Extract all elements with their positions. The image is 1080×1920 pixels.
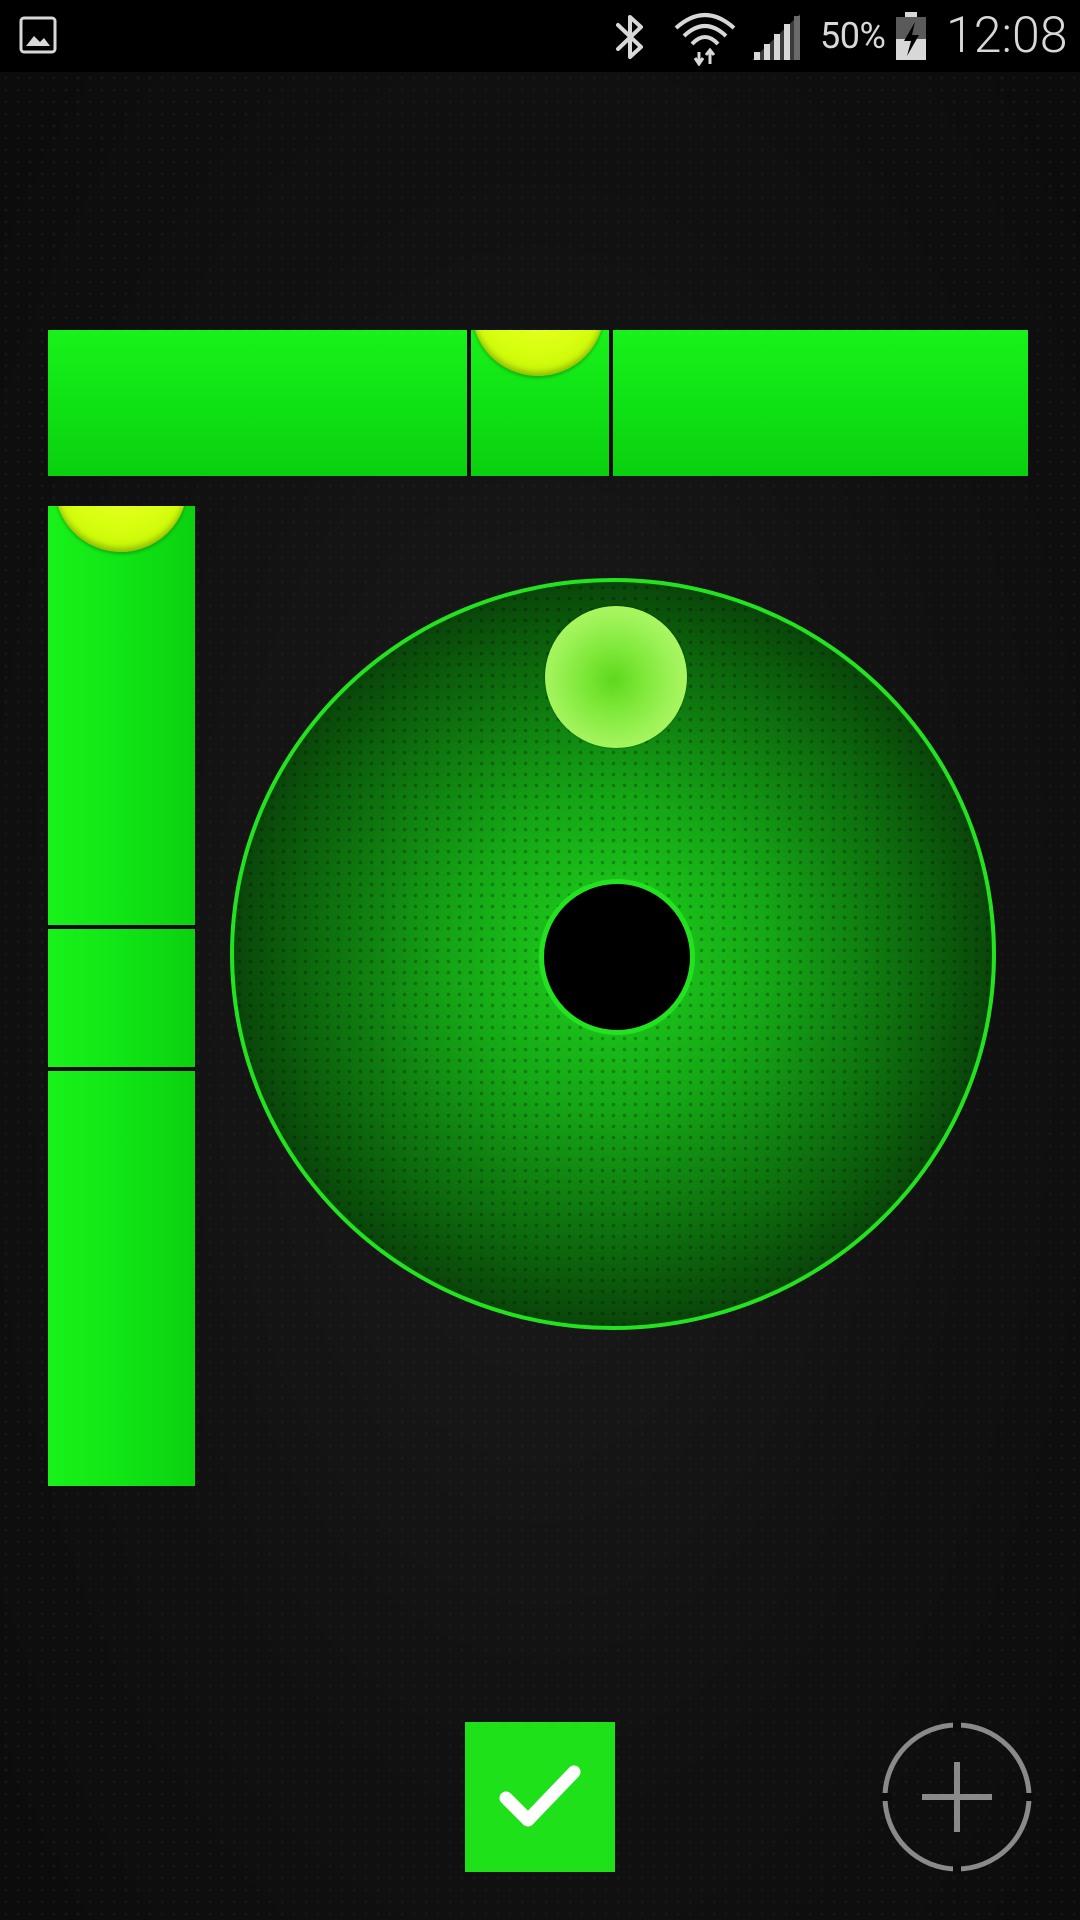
crosshair-plus-icon <box>880 1720 1034 1874</box>
status-bar: 50% 12:08 <box>0 0 1080 72</box>
horizontal-center-mark-left <box>467 330 471 476</box>
calibrate-button[interactable] <box>880 1720 1034 1874</box>
vertical-center-mark-bottom <box>48 1067 195 1071</box>
horizontal-level-tube <box>48 330 1028 476</box>
vertical-bubble <box>55 506 187 552</box>
confirm-button[interactable] <box>465 1722 615 1872</box>
checkmark-icon <box>499 1765 581 1827</box>
gallery-image-icon <box>19 16 57 54</box>
cellular-signal-icon <box>752 14 800 60</box>
battery-charging-icon <box>896 12 926 60</box>
bullseye-bubble <box>545 606 687 748</box>
bluetooth-icon <box>616 15 643 59</box>
vertical-center-mark-top <box>48 925 195 929</box>
clock: 12:08 <box>946 7 1068 65</box>
horizontal-center-mark-right <box>609 330 613 476</box>
battery-percent: 50% <box>820 15 886 57</box>
bullseye-center-target <box>539 879 695 1035</box>
vertical-level-tube <box>48 506 195 1486</box>
wifi-icon <box>674 13 736 66</box>
bullseye-level <box>230 578 996 1330</box>
level-app-screen: 50% 12:08 <box>0 0 1080 1920</box>
horizontal-bubble <box>472 330 604 376</box>
